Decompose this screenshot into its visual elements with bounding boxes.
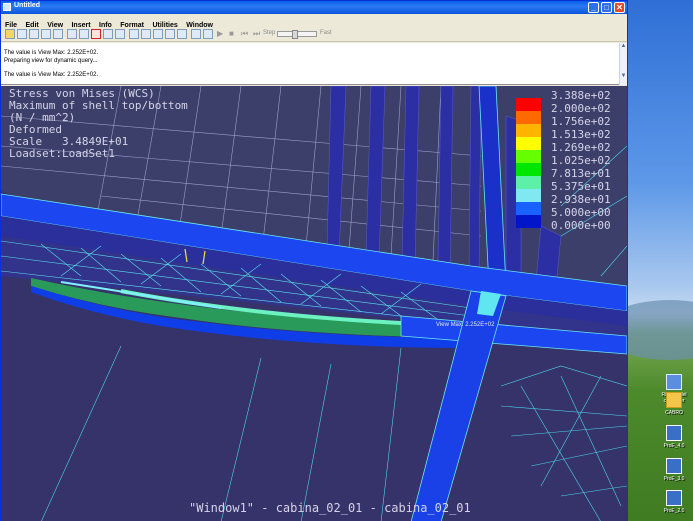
- legend-color-swatch: [516, 163, 541, 176]
- window-title: Untitled: [14, 2, 41, 9]
- legend-color-swatch: [516, 176, 541, 189]
- fast-label: Fast: [320, 30, 332, 36]
- legend-color-swatch: [516, 98, 541, 111]
- stop-icon[interactable]: ■: [229, 29, 239, 39]
- message-line: The value is View Max: 2.252E+02.: [4, 50, 99, 56]
- menu-bar: File Edit View Insert Info Format Utilit…: [1, 14, 627, 29]
- proe-shortcut-icon: [666, 425, 682, 441]
- play-icon[interactable]: ▶: [217, 29, 227, 39]
- legend-color-swatch: [516, 202, 541, 215]
- slider-thumb[interactable]: [292, 30, 298, 39]
- scroll-up-icon[interactable]: ▲: [620, 43, 627, 49]
- result-title-line: Loadset:LoadSet1: [9, 147, 115, 160]
- legend-value: 1.025e+02: [551, 154, 611, 167]
- show-window-icon[interactable]: [103, 29, 113, 39]
- application-window: Untitled _ □ ✕ File Edit View Insert Inf…: [0, 0, 628, 521]
- legend-value: 1.513e+02: [551, 128, 611, 141]
- legend-value: 2.000e+02: [551, 102, 611, 115]
- next-frame-icon[interactable]: ⏭: [253, 29, 263, 39]
- desktop-icon-proe-4[interactable]: ProE_4.0: [655, 425, 693, 449]
- close-button[interactable]: ✕: [614, 2, 625, 13]
- legend-color-swatch: [516, 111, 541, 124]
- animate-icon[interactable]: [203, 29, 213, 39]
- query-value-label: View Max: 2.252E+02: [436, 322, 495, 328]
- message-line: The value is View Max: 2.252E+02.: [4, 72, 99, 78]
- insert-window-icon[interactable]: [67, 29, 77, 39]
- scroll-down-icon[interactable]: ▼: [620, 73, 627, 79]
- step-label: Step: [263, 30, 276, 36]
- minimize-button[interactable]: _: [588, 2, 599, 13]
- first-frame-icon[interactable]: ⏮: [241, 29, 251, 39]
- proe-shortcut-icon: [666, 458, 682, 474]
- desktop-icon-cabro[interactable]: CABRO: [655, 392, 693, 416]
- print-icon[interactable]: [41, 29, 51, 39]
- legend-value: 3.388e+02: [551, 89, 611, 102]
- message-scrollbar[interactable]: ▲ ▼: [619, 43, 627, 85]
- legend-value: 7.813e+01: [551, 167, 611, 180]
- message-log[interactable]: The value is View Max: 2.252E+02. Prepar…: [1, 43, 627, 85]
- legend-value: 1.756e+02: [551, 115, 611, 128]
- computer-icon: [666, 374, 682, 390]
- graphics-viewport[interactable]: Stress von Mises (WCS) Maximum of shell …: [1, 86, 627, 521]
- refit-icon[interactable]: [129, 29, 139, 39]
- desktop-icon-proe-3[interactable]: ProE_3.0: [655, 458, 693, 482]
- edit-result-icon[interactable]: [53, 29, 63, 39]
- pan-icon[interactable]: [177, 29, 187, 39]
- desktop-icon-proe-2[interactable]: ProE_2.0: [655, 490, 693, 514]
- legend-value: 0.000e+00: [551, 219, 611, 232]
- hide-window-icon[interactable]: [115, 29, 125, 39]
- app-icon: [3, 3, 11, 11]
- legend-color-swatch: [516, 150, 541, 163]
- proe-shortcut-icon: [666, 490, 682, 506]
- zoom-out-icon[interactable]: [153, 29, 163, 39]
- open-icon[interactable]: [5, 29, 15, 39]
- legend-value: 5.000e+00: [551, 206, 611, 219]
- toolbar: ▶ ■ ⏮ ⏭ Step Fast: [1, 27, 627, 42]
- legend-value: 1.269e+02: [551, 141, 611, 154]
- legend-value: 2.938e+01: [551, 193, 611, 206]
- folder-icon: [666, 392, 682, 408]
- delete-icon[interactable]: [91, 29, 101, 39]
- legend-color-swatch: [516, 137, 541, 150]
- save-as-icon[interactable]: [29, 29, 39, 39]
- title-bar[interactable]: Untitled _ □ ✕: [1, 1, 627, 14]
- copy-window-icon[interactable]: [79, 29, 89, 39]
- save-icon[interactable]: [17, 29, 27, 39]
- query-icon[interactable]: [191, 29, 201, 39]
- legend-color-swatch: [516, 215, 541, 228]
- message-line: Preparing view for dynamic query...: [4, 58, 98, 64]
- zoom-in-icon[interactable]: [141, 29, 151, 39]
- maximize-button[interactable]: □: [601, 2, 612, 13]
- animation-speed-slider[interactable]: [277, 30, 317, 39]
- window-caption: "Window1" - cabina_02_01 - cabina_02_01: [189, 501, 471, 515]
- legend-color-swatch: [516, 124, 541, 137]
- legend-value: 5.375e+01: [551, 180, 611, 193]
- spin-icon[interactable]: [165, 29, 175, 39]
- legend-color-swatch: [516, 189, 541, 202]
